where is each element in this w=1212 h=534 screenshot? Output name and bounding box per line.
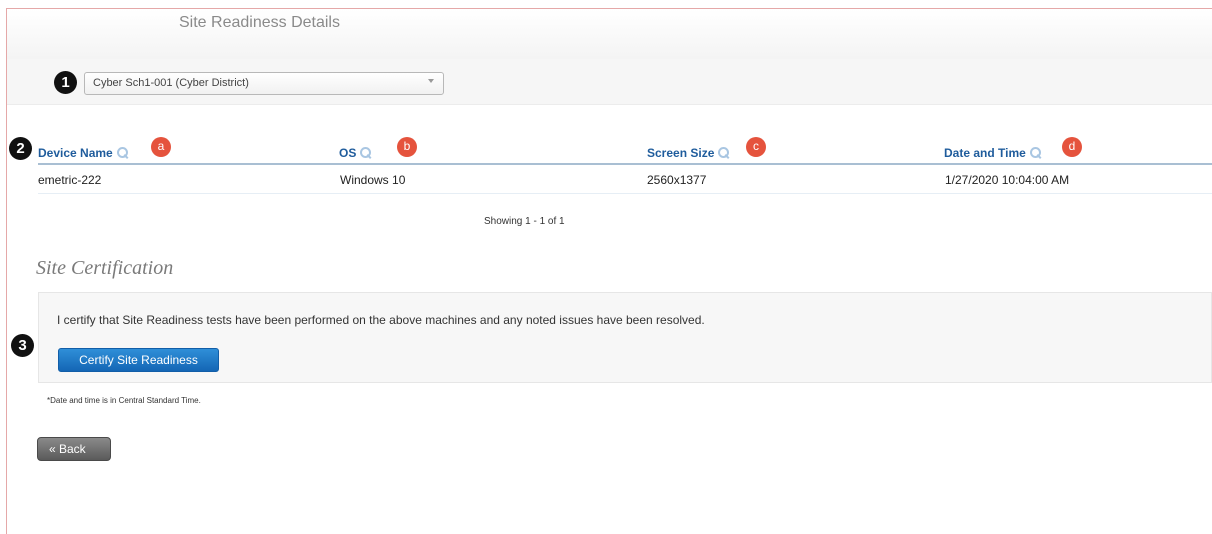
school-select[interactable]: Cyber Sch1-001 (Cyber District) bbox=[84, 72, 444, 95]
column-header-label[interactable]: Date and Time bbox=[944, 146, 1026, 160]
callout-letter-b: b bbox=[397, 137, 417, 157]
certify-site-readiness-button[interactable]: Certify Site Readiness bbox=[58, 348, 219, 372]
column-header-label[interactable]: Device Name bbox=[38, 146, 113, 160]
callout-letter-d: d bbox=[1062, 137, 1082, 157]
column-header-screen-size[interactable]: Screen Size bbox=[647, 146, 730, 160]
timezone-footnote: *Date and time is in Central Standard Ti… bbox=[47, 396, 201, 405]
callout-marker-2: 2 bbox=[9, 137, 32, 160]
page-title: Site Readiness Details bbox=[179, 14, 340, 31]
cell-device-name: emetric-222 bbox=[38, 173, 102, 187]
column-header-device-name[interactable]: Device Name bbox=[38, 146, 128, 160]
column-header-os[interactable]: OS bbox=[339, 146, 372, 160]
back-button[interactable]: « Back bbox=[37, 437, 111, 461]
search-icon[interactable] bbox=[116, 147, 128, 158]
callout-letter-a: a bbox=[151, 137, 171, 157]
cell-date-time: 1/27/2020 10:04:00 AM bbox=[945, 173, 1070, 187]
callout-letter-c: c bbox=[746, 137, 766, 157]
app-frame: Site Readiness Details Cyber Sch1-001 (C… bbox=[6, 8, 1212, 534]
cell-os: Windows 10 bbox=[340, 173, 406, 187]
site-certification-heading: Site Certification bbox=[36, 257, 174, 279]
search-icon[interactable] bbox=[718, 147, 730, 158]
search-icon[interactable] bbox=[360, 147, 372, 158]
search-icon[interactable] bbox=[1029, 147, 1041, 158]
chevron-down-icon[interactable] bbox=[428, 79, 434, 83]
column-header-label[interactable]: Screen Size bbox=[647, 146, 714, 160]
cell-screen-size: 2560x1377 bbox=[647, 173, 707, 187]
device-table-header: Device Name a OS b Screen Size c Date an… bbox=[38, 135, 1212, 165]
pagination-status: Showing 1 - 1 of 1 bbox=[484, 216, 565, 227]
school-select-value: Cyber Sch1-001 (Cyber District) bbox=[93, 77, 249, 89]
column-header-date-time[interactable]: Date and Time bbox=[944, 146, 1041, 160]
certification-statement: I certify that Site Readiness tests have… bbox=[57, 313, 705, 327]
school-select-bar: Cyber Sch1-001 (Cyber District) bbox=[7, 59, 1212, 105]
callout-marker-3: 3 bbox=[11, 334, 34, 357]
page-header: Site Readiness Details bbox=[7, 9, 1212, 59]
column-header-label[interactable]: OS bbox=[339, 146, 356, 160]
certification-panel: I certify that Site Readiness tests have… bbox=[38, 292, 1212, 383]
callout-marker-1: 1 bbox=[54, 71, 77, 94]
table-row: emetric-222 Windows 10 2560x1377 1/27/20… bbox=[38, 167, 1212, 194]
